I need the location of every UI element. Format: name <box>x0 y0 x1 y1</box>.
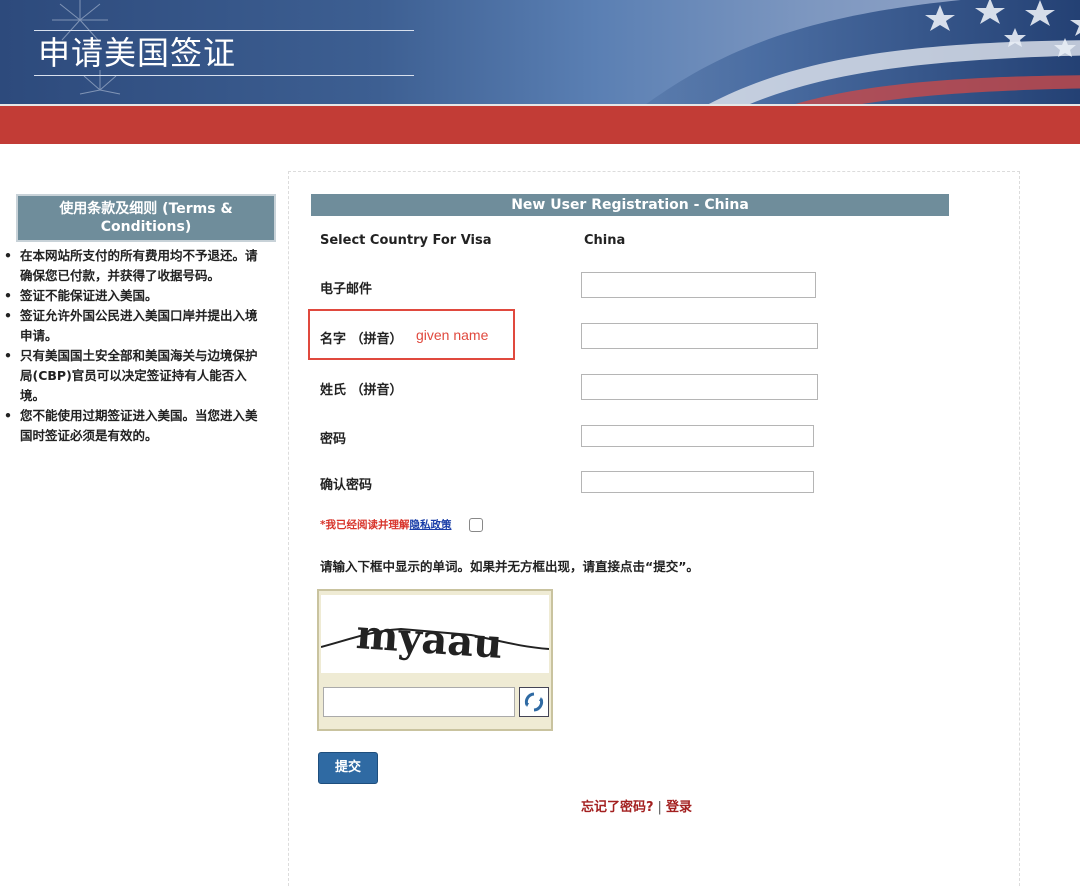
captcha-word: myaau <box>355 611 504 668</box>
given-name-label: 名字 （拼音） <box>320 332 403 347</box>
country-value: China <box>584 233 626 248</box>
surname-label: 姓氏 （拼音） <box>320 383 403 398</box>
country-label: Select Country For Visa <box>320 233 492 248</box>
confirm-password-field[interactable] <box>581 471 814 493</box>
captcha-instruction: 请输入下框中显示的单词。如果并无方框出现，请直接点击“提交”。 <box>320 559 699 574</box>
red-band <box>0 104 1080 144</box>
confirm-password-label: 确认密码 <box>320 478 373 493</box>
given-name-annotation: given name <box>416 327 489 343</box>
terms-list: 在本网站所支付的所有费用均不予退还。请确保您已付款，并获得了收据号码。 签证不能… <box>0 246 266 446</box>
header-banner: 申请美国签证 <box>0 0 1080 104</box>
password-label: 密码 <box>320 432 347 447</box>
submit-button[interactable]: 提交 <box>318 752 378 784</box>
login-link[interactable]: 登录 <box>666 800 692 815</box>
privacy-text: *我已经阅读并理解 <box>320 519 410 531</box>
link-separator: | <box>657 800 662 815</box>
privacy-statement: *我已经阅读并理解隐私政策 <box>320 517 452 532</box>
forgot-password-link[interactable]: 忘记了密码? <box>581 800 654 815</box>
terms-item: 只有美国国土安全部和美国海关与边境保护局(CBP)官员可以决定签证持有人能否入境… <box>0 346 266 406</box>
title-block: 申请美国签证 <box>34 30 414 76</box>
email-label: 电子邮件 <box>320 282 373 297</box>
terms-heading: 使用条款及细则 (Terms & Conditions) <box>16 194 276 242</box>
password-field[interactable] <box>581 425 814 447</box>
account-links: 忘记了密码? | 登录 <box>581 796 692 815</box>
registration-heading: New User Registration - China <box>311 194 949 216</box>
privacy-checkbox[interactable] <box>469 518 483 532</box>
terms-item: 在本网站所支付的所有费用均不予退还。请确保您已付款，并获得了收据号码。 <box>0 246 266 286</box>
privacy-policy-link[interactable]: 隐私政策 <box>410 519 452 531</box>
captcha-refresh-button[interactable] <box>519 687 549 717</box>
terms-item: 签证允许外国公民进入美国口岸并提出入境申请。 <box>0 306 266 346</box>
given-name-field[interactable] <box>581 323 818 349</box>
terms-item: 签证不能保证进入美国。 <box>0 286 266 306</box>
us-flag-graphic <box>646 0 1080 104</box>
email-field[interactable] <box>581 272 816 298</box>
captcha-box: myaau <box>317 589 553 731</box>
surname-field[interactable] <box>581 374 818 400</box>
title-rule-bottom <box>34 75 414 76</box>
captcha-image: myaau <box>320 595 550 673</box>
terms-item: 您不能使用过期签证进入美国。当您进入美国时签证必须是有效的。 <box>0 406 266 446</box>
captcha-input[interactable] <box>323 687 515 717</box>
refresh-icon <box>524 692 544 712</box>
page-title: 申请美国签证 <box>38 34 237 72</box>
